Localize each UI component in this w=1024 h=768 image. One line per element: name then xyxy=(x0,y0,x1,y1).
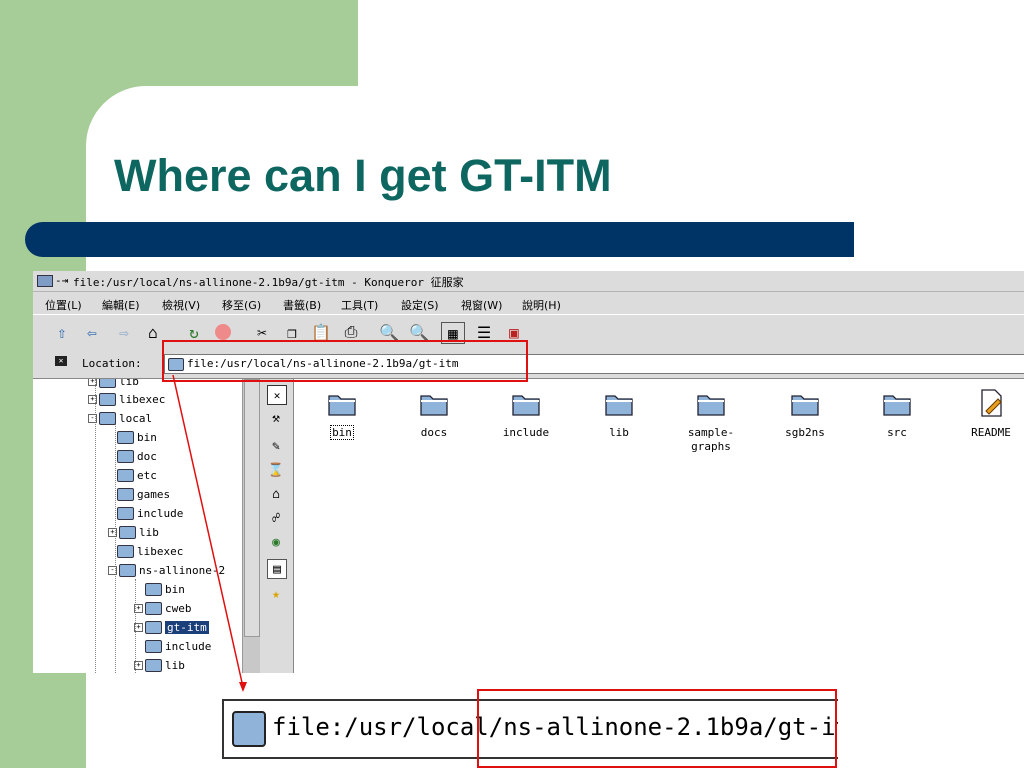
folder-icon xyxy=(232,711,266,747)
callout-arrow xyxy=(172,374,247,692)
path-highlight-box xyxy=(477,689,837,768)
